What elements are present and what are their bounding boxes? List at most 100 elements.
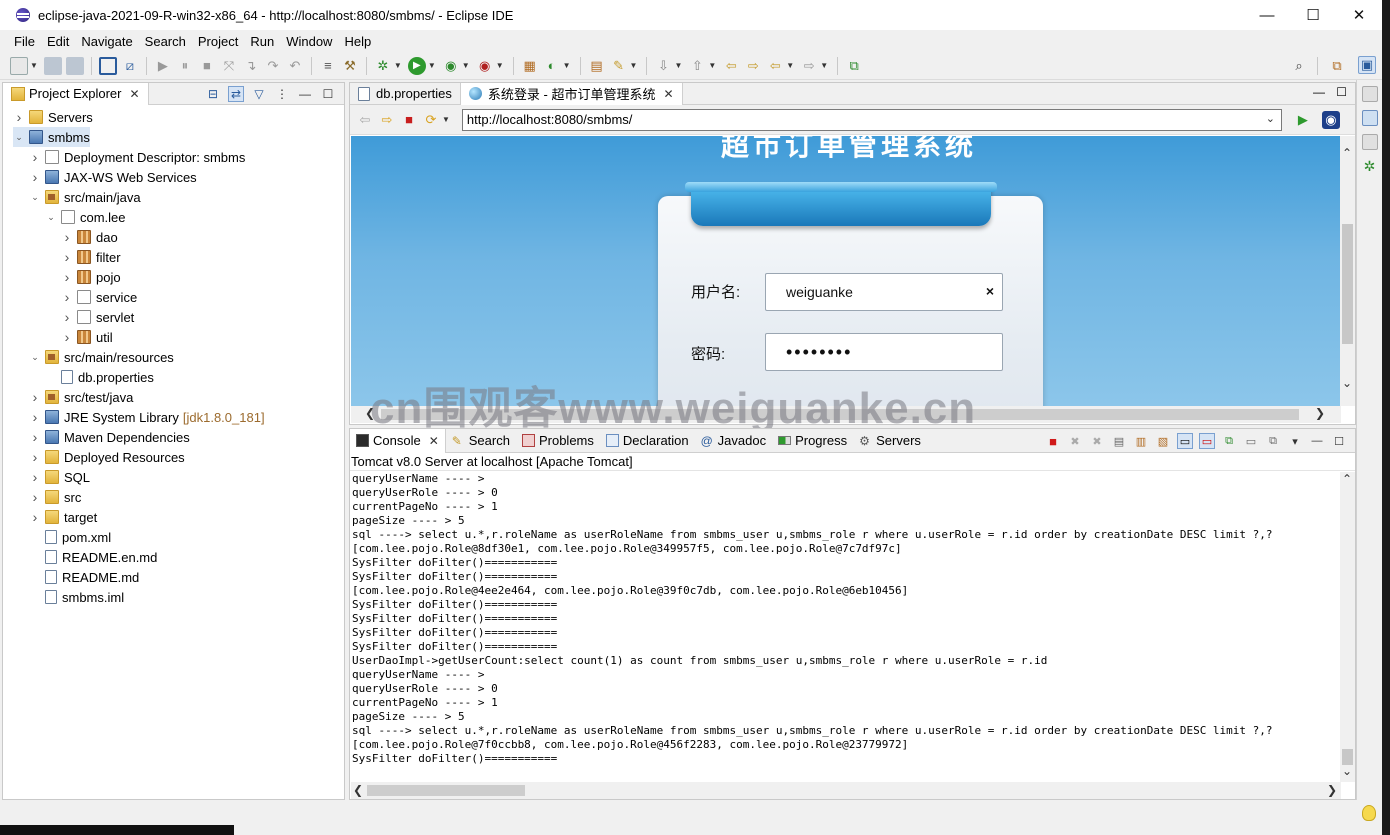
- link-with-editor-icon[interactable]: ⇄: [228, 86, 244, 102]
- collapsed-arrow-icon[interactable]: ›: [29, 429, 41, 445]
- collapsed-arrow-icon[interactable]: ›: [13, 109, 25, 125]
- new-class-dropdown-icon[interactable]: ▼: [563, 61, 571, 70]
- tree-item[interactable]: ⌄ src/main/java: [29, 187, 140, 207]
- console-output[interactable]: queryUserName ---- > queryUserRole ---- …: [352, 472, 1332, 772]
- forward-dropdown-icon[interactable]: ▼: [820, 61, 828, 70]
- tree-item[interactable]: › filter: [61, 247, 121, 267]
- new-dropdown-icon[interactable]: ▼: [30, 61, 38, 70]
- run-last-tool-dropdown-icon[interactable]: ▼: [496, 61, 504, 70]
- tree-item[interactable]: README.md: [29, 567, 139, 587]
- collapsed-arrow-icon[interactable]: ›: [61, 269, 73, 285]
- collapsed-arrow-icon[interactable]: ›: [29, 149, 41, 165]
- console-scroll-left-icon[interactable]: ❮: [353, 783, 363, 797]
- maximize-view-icon[interactable]: ☐: [320, 86, 336, 102]
- password-input[interactable]: ••••••••: [765, 333, 1003, 371]
- tree-item[interactable]: pom.xml: [29, 527, 111, 547]
- collapsed-arrow-icon[interactable]: ›: [61, 249, 73, 265]
- suspend-icon[interactable]: ⏸: [176, 57, 194, 75]
- new-java-class-icon[interactable]: ◐: [543, 57, 561, 75]
- display-console-icon[interactable]: ▭: [1243, 433, 1259, 449]
- expanded-arrow-icon[interactable]: ⌄: [13, 132, 25, 143]
- restore-icon[interactable]: [1361, 86, 1378, 102]
- terminate-icon[interactable]: ■: [198, 57, 216, 75]
- open-console-icon[interactable]: [98, 56, 117, 75]
- previous-annotation-icon[interactable]: ⇧: [688, 57, 706, 75]
- browser-back-icon[interactable]: ⇦: [356, 111, 374, 129]
- debug-dropdown-icon[interactable]: ▼: [394, 61, 402, 70]
- menu-search[interactable]: Search: [145, 34, 186, 49]
- collapse-all-icon[interactable]: ⊟: [205, 86, 221, 102]
- next-annotation-icon[interactable]: ⇩: [654, 57, 672, 75]
- tree-item[interactable]: › servlet: [61, 307, 135, 327]
- remove-all-launches-icon[interactable]: ✖: [1089, 433, 1105, 449]
- tree-item[interactable]: › Deployment Descriptor: smbms: [29, 147, 246, 167]
- collapsed-arrow-icon[interactable]: ›: [29, 509, 41, 525]
- tree-item[interactable]: › src/test/java: [29, 387, 134, 407]
- menu-project[interactable]: Project: [198, 34, 238, 49]
- minimize-editor-icon[interactable]: —: [1313, 85, 1325, 99]
- new-icon[interactable]: [10, 56, 28, 75]
- console-scroll-up-icon[interactable]: ⌃: [1342, 472, 1352, 486]
- next-annotation-dropdown-icon[interactable]: ▼: [674, 61, 682, 70]
- tree-item[interactable]: › Maven Dependencies: [29, 427, 190, 447]
- word-wrap-icon[interactable]: ▧: [1155, 433, 1171, 449]
- console-horizontal-scrollbar[interactable]: ❮ ❯: [351, 782, 1341, 799]
- close-icon[interactable]: ✕: [129, 87, 139, 101]
- tree-item[interactable]: README.en.md: [29, 547, 157, 567]
- step-return-icon[interactable]: ↶: [286, 57, 304, 75]
- url-dropdown-icon[interactable]: ⌄: [1266, 112, 1275, 125]
- use-step-filters-icon[interactable]: ≡: [319, 57, 337, 75]
- new-java-package-icon[interactable]: ▦: [521, 57, 539, 75]
- pin-console-icon[interactable]: ⧉: [1221, 433, 1237, 449]
- clear-console-icon[interactable]: ▤: [1111, 433, 1127, 449]
- clear-input-icon[interactable]: ×: [986, 283, 994, 299]
- show-on-stdout-icon[interactable]: ▭: [1177, 433, 1193, 449]
- forward-edit-icon[interactable]: ⇨: [744, 57, 762, 75]
- tree-item[interactable]: db.properties: [45, 367, 154, 387]
- outline-icon[interactable]: [1361, 110, 1378, 126]
- menu-file[interactable]: File: [14, 34, 35, 49]
- console-vscroll-thumb[interactable]: [1342, 749, 1353, 765]
- page-vertical-scrollbar[interactable]: ⌃ ⌄: [1340, 136, 1355, 406]
- pin-editor-icon[interactable]: ⧉: [845, 57, 863, 75]
- tab-search[interactable]: ✎ Search: [446, 429, 516, 453]
- tree-item[interactable]: › Deployed Resources: [29, 447, 185, 467]
- tree-item[interactable]: › dao: [61, 227, 118, 247]
- external-tools-icon[interactable]: ⚒: [341, 57, 359, 75]
- menu-edit[interactable]: Edit: [47, 34, 69, 49]
- go-icon[interactable]: ▶: [1294, 111, 1312, 129]
- expanded-arrow-icon[interactable]: ⌄: [29, 192, 41, 203]
- view-menu-icon[interactable]: ⋮: [274, 86, 290, 102]
- tab-console[interactable]: Console ✕: [350, 428, 446, 453]
- scroll-right-icon[interactable]: ❯: [1315, 406, 1325, 420]
- collapsed-arrow-icon[interactable]: ›: [29, 169, 41, 185]
- filter-icon[interactable]: ▽: [251, 86, 267, 102]
- tab-db-properties[interactable]: db.properties: [350, 82, 461, 105]
- collapsed-arrow-icon[interactable]: ›: [29, 409, 41, 425]
- collapsed-arrow-icon[interactable]: ›: [29, 449, 41, 465]
- tab-problems[interactable]: Problems: [516, 429, 600, 453]
- collapsed-arrow-icon[interactable]: ›: [61, 309, 73, 325]
- console-hscroll-thumb[interactable]: [367, 785, 525, 796]
- step-over-icon[interactable]: ↷: [264, 57, 282, 75]
- run-last-tool-icon[interactable]: ◉: [476, 57, 494, 75]
- back-icon[interactable]: ⇦: [766, 57, 784, 75]
- last-edit-location-icon[interactable]: ⇦: [722, 57, 740, 75]
- save-all-icon[interactable]: [65, 56, 84, 75]
- maximize-console-icon[interactable]: ☐: [1331, 433, 1347, 449]
- tree-item[interactable]: ⌄ src/main/resources: [29, 347, 174, 367]
- tree-item[interactable]: › JRE System Library [jdk1.8.0_181]: [29, 407, 265, 427]
- tree-item[interactable]: ⌄ com.lee: [45, 207, 125, 227]
- maximize-button[interactable]: ☐: [1290, 0, 1336, 30]
- tab-servers[interactable]: ⚙ Servers: [853, 429, 927, 453]
- minimize-button[interactable]: —: [1244, 0, 1290, 30]
- search-tool-dropdown-icon[interactable]: ▼: [630, 61, 638, 70]
- maximize-editor-icon[interactable]: ☐: [1336, 85, 1347, 99]
- expanded-arrow-icon[interactable]: ⌄: [45, 212, 57, 223]
- tab-project-explorer[interactable]: Project Explorer ✕: [3, 82, 149, 105]
- collapsed-arrow-icon[interactable]: ›: [29, 389, 41, 405]
- collapsed-arrow-icon[interactable]: ›: [61, 289, 73, 305]
- disconnect-icon[interactable]: ⤧: [220, 57, 238, 75]
- console-vertical-scrollbar[interactable]: ⌃ ⌄: [1340, 472, 1355, 782]
- step-into-icon[interactable]: ↴: [242, 57, 260, 75]
